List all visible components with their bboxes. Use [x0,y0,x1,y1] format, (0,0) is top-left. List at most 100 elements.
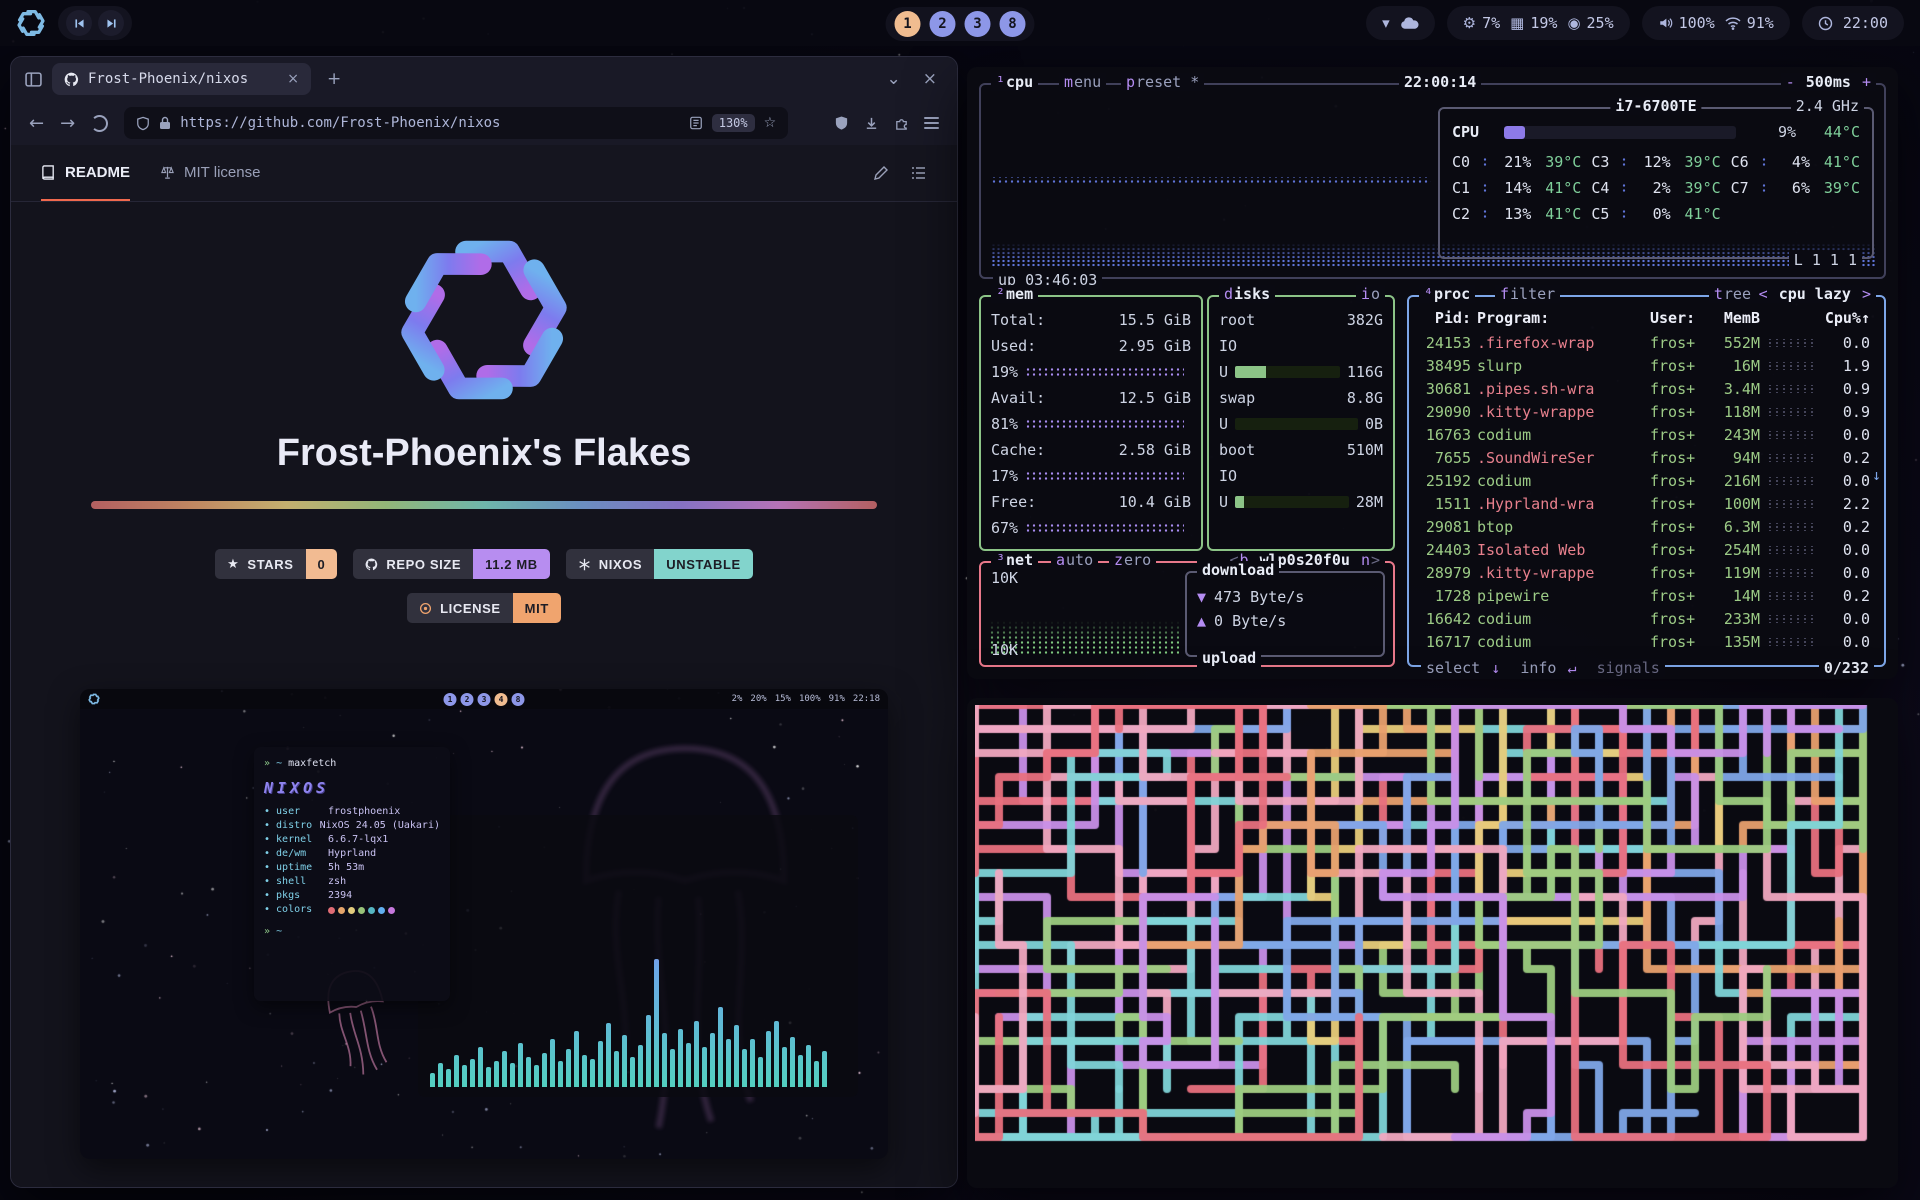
audio-network-widget[interactable]: 100% 91% [1642,6,1790,40]
process-row[interactable]: 30681 .pipes.sh-wra fros+ 3.4M 0.9 [1419,377,1870,400]
zoom-level-badge[interactable]: 130% [712,114,755,132]
tab-mit-license[interactable]: MIT license [160,145,260,201]
visualizer-bar [494,1061,499,1087]
io-mode-button[interactable]: io [1356,285,1385,303]
core-row: C0 21%39°C [1452,149,1581,175]
signals-action[interactable]: signals [1597,659,1660,677]
protections-shield-icon[interactable] [834,115,849,131]
process-row[interactable]: 29081 btop fros+ 6.3M 0.2 [1419,515,1870,538]
address-bar[interactable]: https://github.com/Frost-Phoenix/nixos 1… [124,107,788,139]
prev-workspace-button[interactable] [66,10,92,36]
book-icon [41,165,56,180]
core-row: C4 2%39°C [1591,175,1720,201]
visualizer-bar [694,1021,699,1087]
process-row[interactable]: 1511 .Hyprland-wra fros+ 100M 2.2 [1419,492,1870,515]
net-zero-button[interactable]: zero [1109,551,1156,569]
license-badge-row: LICENSE MIT [11,593,957,623]
net-auto-button[interactable]: auto [1051,551,1098,569]
workspace-button[interactable]: 2 [930,11,956,37]
disk-line: swap 8.8G [1219,385,1383,411]
cpu-history-graph [991,177,1431,184]
lock-icon[interactable] [159,116,171,130]
tab-close-button[interactable]: × [287,71,299,87]
select-action[interactable]: select [1426,659,1480,677]
cpu-model: i7-6700TE [1610,97,1701,115]
outline-list-icon[interactable] [911,165,927,181]
visualizer-bar [630,1057,635,1087]
readme-screenshot: 12348 2%20%15% 100%91% 22:18 » ~ maxfetc… [80,689,888,1159]
process-row[interactable]: 24403 Isolated Web fros+ 254M 0.0 [1419,538,1870,561]
tab-list-button[interactable]: ⌄ [881,67,907,91]
palette-dot [348,907,355,914]
menu-hamburger-icon[interactable] [924,117,939,129]
visualizer-bar [814,1061,819,1087]
workspace-button[interactable]: 3 [965,11,991,37]
sort-selector[interactable]: < cpu lazy > [1754,285,1876,303]
screenshot-workspace: 1 [444,693,457,706]
visualizer-bar [590,1059,595,1087]
download-icon[interactable] [864,116,879,131]
process-row[interactable]: 16763 codium fros+ 243M 0.0 [1419,423,1870,446]
preset-button[interactable]: preset * [1121,73,1204,91]
volume-stat: 100% [1658,14,1715,32]
window-close-button[interactable]: × [917,67,943,91]
workspace-button[interactable]: 8 [1000,11,1026,37]
core-row: C2 13%41°C [1452,201,1581,227]
fetch-row: •kernel6.6.7-lqx1 [264,833,440,847]
visualizer-bar [606,1023,611,1087]
process-row[interactable]: 7655 .SoundWireSer fros+ 94M 0.2 [1419,446,1870,469]
core-row: C5 0%41°C [1591,201,1720,227]
cpu-frequency: 2.4 GHz [1791,97,1864,115]
btop-clock: 22:00:14 [1399,73,1481,91]
back-button[interactable]: ← [29,113,44,134]
forward-button[interactable]: → [60,113,75,134]
memory-stat-line: 67% [991,515,1191,541]
new-tab-button[interactable]: + [321,67,347,91]
sidebar-toggle-icon[interactable] [25,71,42,88]
process-row[interactable]: 1728 pipewire fros+ 14M 0.2 [1419,584,1870,607]
filter-button[interactable]: filter [1495,285,1560,303]
visualizer-bar [518,1043,523,1087]
readme-tabs-bar: README MIT license [11,145,957,202]
reader-mode-icon[interactable] [689,116,703,130]
navigation-bar: ← → https://github.com/Frost-Phoenix/nix… [11,101,957,145]
process-row[interactable]: 25192 codium fros+ 216M 0.0 [1419,469,1870,492]
weather-widget[interactable]: ▾ [1366,6,1435,40]
visualizer-bar [438,1063,443,1087]
workspace-button[interactable]: 1 [895,11,921,37]
clock-widget[interactable]: 22:00 [1802,6,1904,40]
process-table-header[interactable]: Pid: Program: User: MemB Cpu%↑ [1419,305,1870,331]
process-row[interactable]: 29090 .kitty-wrappe fros+ 118M 0.9 [1419,400,1870,423]
reload-button[interactable] [91,115,108,132]
process-row[interactable]: 24153 .firefox-wrap fros+ 552M 0.0 [1419,331,1870,354]
tab-readme[interactable]: README [41,145,130,201]
next-workspace-button[interactable] [98,10,124,36]
process-count: 0/232 [1819,659,1874,677]
process-row[interactable]: 16642 codium fros+ 233M 0.0 [1419,607,1870,630]
memory-stat-line: Avail:12.5 GiB [991,385,1191,411]
info-action[interactable]: info [1520,659,1556,677]
edit-pencil-icon[interactable] [873,165,889,181]
process-row[interactable]: 16717 codium fros+ 135M 0.0 [1419,630,1870,653]
visualizer-bar [574,1031,579,1087]
audio-visualizer [418,815,858,1097]
nixos-logo[interactable] [16,8,46,38]
process-row[interactable]: 28979 .kitty-wrappe fros+ 119M 0.0 [1419,561,1870,584]
memory-stat-line: Cache:2.58 GiB [991,437,1191,463]
tree-button[interactable]: tree [1709,285,1756,303]
menu-button[interactable]: menu [1059,73,1106,91]
cpu-core-panel: i7-6700TE 2.4 GHz CPU 9% 44°C C0 21%39°C… [1438,107,1874,259]
page-title: Frost-Phoenix's Flakes [11,432,957,475]
process-row[interactable]: 38495 slurp fros+ 16M 1.9 [1419,354,1870,377]
browser-tab[interactable]: Frost-Phoenix/nixos × [52,63,311,95]
tab-bar: Frost-Phoenix/nixos × + ⌄ × [11,57,957,101]
fetch-row: •shellzsh [264,875,440,889]
scroll-down-arrow[interactable]: ↓ [1872,466,1881,484]
system-stats-widget[interactable]: ⚙7% ▦19% ◉25% [1447,6,1630,40]
extensions-puzzle-icon[interactable] [894,116,909,131]
bookmark-star-icon[interactable]: ☆ [764,115,777,131]
visualizer-bar [718,1007,723,1087]
update-interval[interactable]: - 500ms + [1781,73,1876,91]
shield-icon[interactable] [136,116,150,131]
disks-panel: disks io root 382G IO U 116G swap 8.8G U [1207,295,1395,551]
